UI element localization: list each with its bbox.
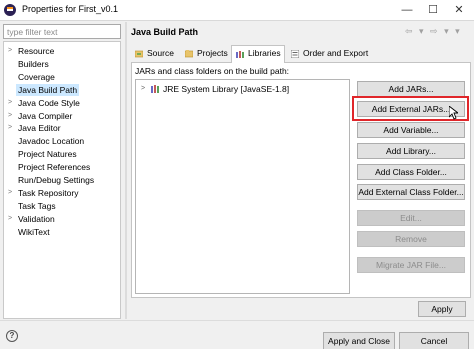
panel-sash[interactable] (125, 22, 127, 319)
expand-arrow-icon[interactable]: > (8, 45, 12, 57)
nav-item-label: Builders (18, 58, 49, 69)
nav-item-label: WikiText (18, 226, 50, 237)
apply-button[interactable]: Apply (418, 301, 466, 317)
expand-arrow-icon[interactable]: > (8, 110, 12, 122)
nav-item-label: Javadoc Location (18, 136, 85, 147)
expand-arrow-icon[interactable]: > (141, 83, 145, 95)
nav-item-label: Task Tags (18, 200, 56, 211)
tree-item-label: JRE System Library [JavaSE-1.8] (163, 84, 290, 94)
apply-and-close-button[interactable]: Apply and Close (323, 332, 395, 349)
mouse-cursor-icon (449, 106, 458, 120)
tab-order-export-label: Order and Export (303, 48, 369, 58)
title-bar: Properties for First_v0.1 — ☐ ✕ (0, 0, 474, 21)
expand-arrow-icon[interactable]: > (8, 122, 12, 134)
jre-library-icon (151, 85, 159, 93)
maximize-button[interactable]: ☐ (420, 0, 446, 20)
nav-item-label: Java Code Style (18, 97, 80, 108)
tab-order-export[interactable]: Order and Export (287, 46, 377, 62)
libraries-icon (236, 51, 244, 58)
minimize-button[interactable]: — (394, 0, 420, 20)
add-class-folder-button[interactable]: Add Class Folder... (357, 164, 465, 180)
tab-projects[interactable]: Projects (181, 46, 231, 62)
edit-button[interactable]: Edit... (357, 210, 465, 226)
tab-libraries[interactable]: Libraries (231, 45, 285, 63)
jars-label: JARs and class folders on the build path… (135, 66, 290, 76)
remove-button[interactable]: Remove (357, 231, 465, 247)
add-jars-button[interactable]: Add JARs... (357, 81, 465, 97)
nav-item-label: Java Build Path (16, 83, 80, 96)
filter-input[interactable] (3, 24, 121, 39)
tab-projects-label: Projects (197, 48, 228, 58)
source-folder-icon (135, 50, 143, 58)
expand-arrow-icon[interactable]: > (8, 97, 12, 109)
help-icon[interactable]: ? (6, 330, 18, 342)
eclipse-app-icon (4, 4, 16, 16)
nav-item-label: Run/Debug Settings (18, 175, 95, 185)
nav-item-label: Java Editor (18, 123, 61, 134)
nav-item-label: Java Compiler (18, 110, 73, 121)
build-path-tabs: Source Projects Libraries Order and Expo… (131, 45, 471, 63)
properties-nav-tree: > Resource Builders Coverage Java Build Path… (3, 41, 121, 319)
add-external-class-folder-button[interactable]: Add External Class Folder... (357, 184, 465, 200)
page-title: Java Build Path (131, 27, 199, 37)
migrate-jar-button[interactable]: Migrate JAR File... (357, 257, 465, 273)
window-title: Properties for First_v0.1 (22, 4, 119, 14)
nav-item-label: Project References (18, 162, 91, 173)
nav-item-label: Task Repository (18, 187, 79, 198)
expand-arrow-icon[interactable]: > (8, 187, 12, 199)
tab-source[interactable]: Source (131, 46, 179, 62)
history-nav-arrows[interactable]: ⇦ ▾ ⇨ ▾ ▾ (405, 26, 462, 37)
left-panel: > Resource Builders CoverageJava Build Path… (0, 22, 123, 319)
nav-item-label: Resource (18, 46, 55, 56)
projects-icon (185, 50, 193, 58)
tab-libraries-label: Libraries (248, 48, 281, 58)
nav-item-label: Validation (18, 213, 55, 224)
tab-source-label: Source (147, 48, 174, 58)
cancel-button[interactable]: Cancel (399, 332, 469, 349)
build-path-tree[interactable]: > JRE System Library [JavaSE-1.8] (135, 79, 350, 294)
nav-item-label: Project Natures (18, 149, 77, 160)
nav-item-label: Coverage (18, 71, 55, 82)
add-library-button[interactable]: Add Library... (357, 143, 465, 159)
close-button[interactable]: ✕ (446, 0, 472, 20)
expand-arrow-icon[interactable]: > (8, 213, 12, 225)
add-variable-button[interactable]: Add Variable... (357, 122, 465, 138)
order-export-icon (291, 50, 299, 58)
